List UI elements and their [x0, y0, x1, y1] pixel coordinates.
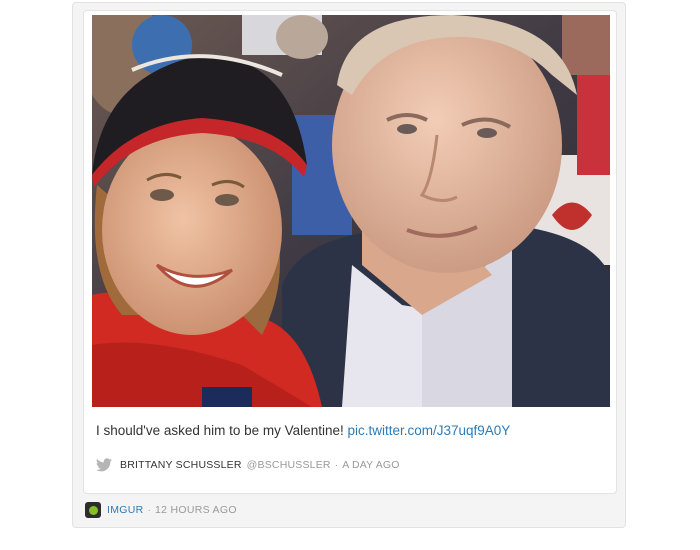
- tweet-message: I should've asked him to be my Valentine…: [96, 423, 344, 438]
- tweet-photo-link[interactable]: pic.twitter.com/J37uqf9A0Y: [347, 423, 510, 438]
- source-timestamp: 12 HOURS AGO: [155, 504, 237, 516]
- meta-separator: ·: [334, 459, 339, 471]
- imgur-icon: [85, 502, 101, 518]
- twitter-bird-icon: [96, 458, 112, 472]
- author-handle[interactable]: @BSCHUSSLER: [247, 459, 331, 471]
- author-name[interactable]: BRITTANY SCHUSSLER: [120, 459, 242, 471]
- tweet-card: I should've asked him to be my Valentine…: [83, 10, 617, 494]
- source-attribution: IMGUR · 12 HOURS AGO: [85, 501, 237, 519]
- tweet-timestamp[interactable]: A DAY AGO: [342, 459, 399, 471]
- selfie-photo-illustration: [92, 15, 610, 407]
- tweet-photo[interactable]: [92, 15, 610, 407]
- imgur-dot-icon: [88, 505, 98, 515]
- tweet-text: I should've asked him to be my Valentine…: [96, 423, 510, 438]
- tweet-meta: BRITTANY SCHUSSLER @BSCHUSSLER · A DAY A…: [96, 457, 400, 473]
- embed-card: I should've asked him to be my Valentine…: [72, 2, 626, 528]
- source-name-link[interactable]: IMGUR: [107, 504, 144, 516]
- source-separator: ·: [147, 504, 152, 516]
